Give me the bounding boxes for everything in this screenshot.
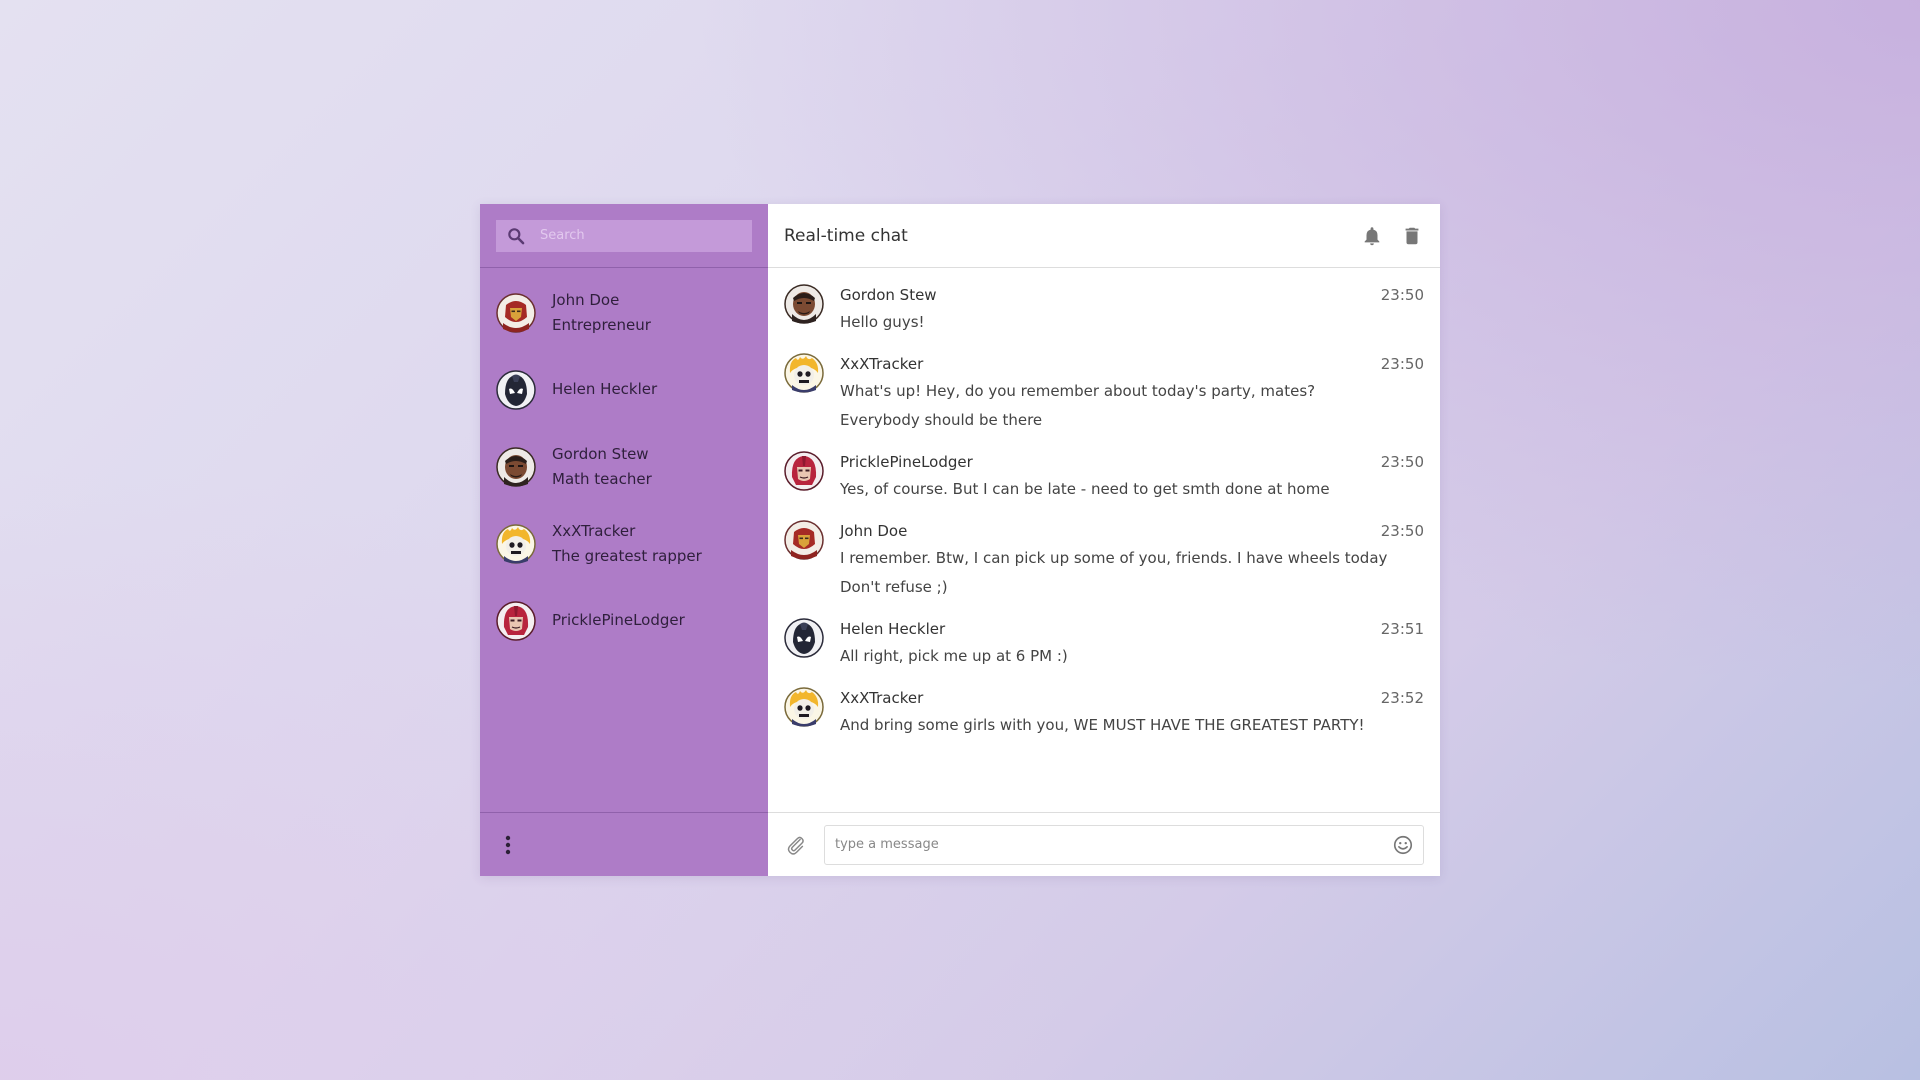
message-item: XxXTracker 23:50 What's up! Hey, do you … [768,351,1440,435]
message-text: Don't refuse ;) [840,578,948,596]
chat-header: Real-time chat [768,204,1440,268]
message-header: XxXTracker 23:50 [840,351,1424,377]
message-text: What's up! Hey, do you remember about to… [840,382,1316,400]
message-time: 23:50 [1380,355,1424,373]
message-input[interactable] [833,836,1391,853]
iron-hero-avatar [496,292,536,333]
chat-app-window: John Doe Entrepreneur Helen Heckler [480,204,1440,876]
message-body: PricklePineLodger 23:50 Yes, of course. … [840,449,1424,504]
message-author: XxXTracker [840,355,924,373]
search-box[interactable] [496,219,752,252]
sidebar-header [480,204,768,268]
message-author: John Doe [840,522,908,540]
contact-text: PricklePineLodger [552,608,685,633]
message-item: Gordon Stew 23:50 Hello guys! [768,282,1440,337]
message-header: PricklePineLodger 23:50 [840,449,1424,475]
contact-name: PricklePineLodger [552,611,685,629]
message-author: XxXTracker [840,689,924,707]
contact-subtitle: The greatest rapper [552,546,702,565]
message-item: PricklePineLodger 23:50 Yes, of course. … [768,449,1440,504]
flame-skull-avatar [784,687,824,727]
contact-subtitle: Entrepreneur [552,315,651,334]
red-helmet-avatar [496,600,536,641]
chat-panel: Real-time chat Gordon Stew 23:50 Hello g… [768,204,1440,876]
flame-skull-avatar [496,523,536,564]
message-author: PricklePineLodger [840,453,973,471]
message-text: Hello guys! [840,313,925,331]
contact-item-pricklepinelodger[interactable]: PricklePineLodger [480,582,768,659]
message-input-wrapper [824,824,1424,865]
flame-skull-avatar [784,353,824,393]
contact-name: John Doe [552,290,620,309]
message-header: XxXTracker 23:52 [840,685,1424,711]
message-text: Everybody should be there [840,411,1043,429]
message-text: All right, pick me up at 6 PM :) [840,647,1068,665]
sidebar: John Doe Entrepreneur Helen Heckler [480,204,768,876]
dark-mask-avatar [496,369,536,410]
contact-item-john-doe[interactable]: John Doe Entrepreneur [480,274,768,351]
message-time: 23:50 [1380,522,1424,540]
emoji-icon[interactable] [1391,833,1415,857]
message-body: XxXTracker 23:52 And bring some girls wi… [840,685,1424,740]
message-composer [768,812,1440,876]
iron-hero-avatar [784,520,824,560]
contact-name: Gordon Stew [552,444,649,463]
message-body: Gordon Stew 23:50 Hello guys! [840,282,1424,337]
more-vertical-icon[interactable] [496,833,520,857]
trash-icon[interactable] [1400,224,1424,248]
brute-avatar [784,284,824,324]
brute-avatar [496,446,536,487]
message-body: John Doe 23:50 I remember. Btw, I can pi… [840,518,1424,602]
message-body: Helen Heckler 23:51 All right, pick me u… [840,616,1424,671]
message-item: Helen Heckler 23:51 All right, pick me u… [768,616,1440,671]
message-header: Helen Heckler 23:51 [840,616,1424,642]
bell-icon[interactable] [1360,224,1384,248]
message-header: Gordon Stew 23:50 [840,282,1424,308]
dark-mask-avatar [784,618,824,658]
message-header: John Doe 23:50 [840,518,1424,544]
paperclip-icon[interactable] [784,833,808,857]
message-text: And bring some girls with you, WE MUST H… [840,716,1365,734]
contact-item-helen-heckler[interactable]: Helen Heckler [480,351,768,428]
message-author: Gordon Stew [840,286,937,304]
message-item: XxXTracker 23:52 And bring some girls wi… [768,685,1440,740]
message-author: Helen Heckler [840,620,946,638]
red-helmet-avatar [784,451,824,491]
contact-list: John Doe Entrepreneur Helen Heckler Gord… [480,268,768,812]
contact-name: Helen Heckler [552,380,658,398]
contact-item-xxxtracker[interactable]: XxXTracker The greatest rapper [480,505,768,582]
message-list: Gordon Stew 23:50 Hello guys! XxXTracker… [768,268,1440,812]
message-time: 23:50 [1380,453,1424,471]
search-input[interactable] [538,227,742,244]
search-icon [508,227,525,244]
message-time: 23:50 [1380,286,1424,304]
contact-item-gordon-stew[interactable]: Gordon Stew Math teacher [480,428,768,505]
message-time: 23:52 [1380,689,1424,707]
message-body: XxXTracker 23:50 What's up! Hey, do you … [840,351,1424,435]
sidebar-footer [480,812,768,876]
chat-title: Real-time chat [784,225,908,246]
contact-text: Helen Heckler [552,377,657,402]
contact-subtitle: Math teacher [552,469,652,488]
message-time: 23:51 [1380,620,1424,638]
contact-name: XxXTracker [552,521,636,540]
message-text: Yes, of course. But I can be late - need… [840,480,1330,498]
contact-text: XxXTracker The greatest rapper [552,519,702,569]
contact-text: Gordon Stew Math teacher [552,442,652,492]
message-item: John Doe 23:50 I remember. Btw, I can pi… [768,518,1440,602]
contact-text: John Doe Entrepreneur [552,288,651,338]
message-text: I remember. Btw, I can pick up some of y… [840,549,1388,567]
